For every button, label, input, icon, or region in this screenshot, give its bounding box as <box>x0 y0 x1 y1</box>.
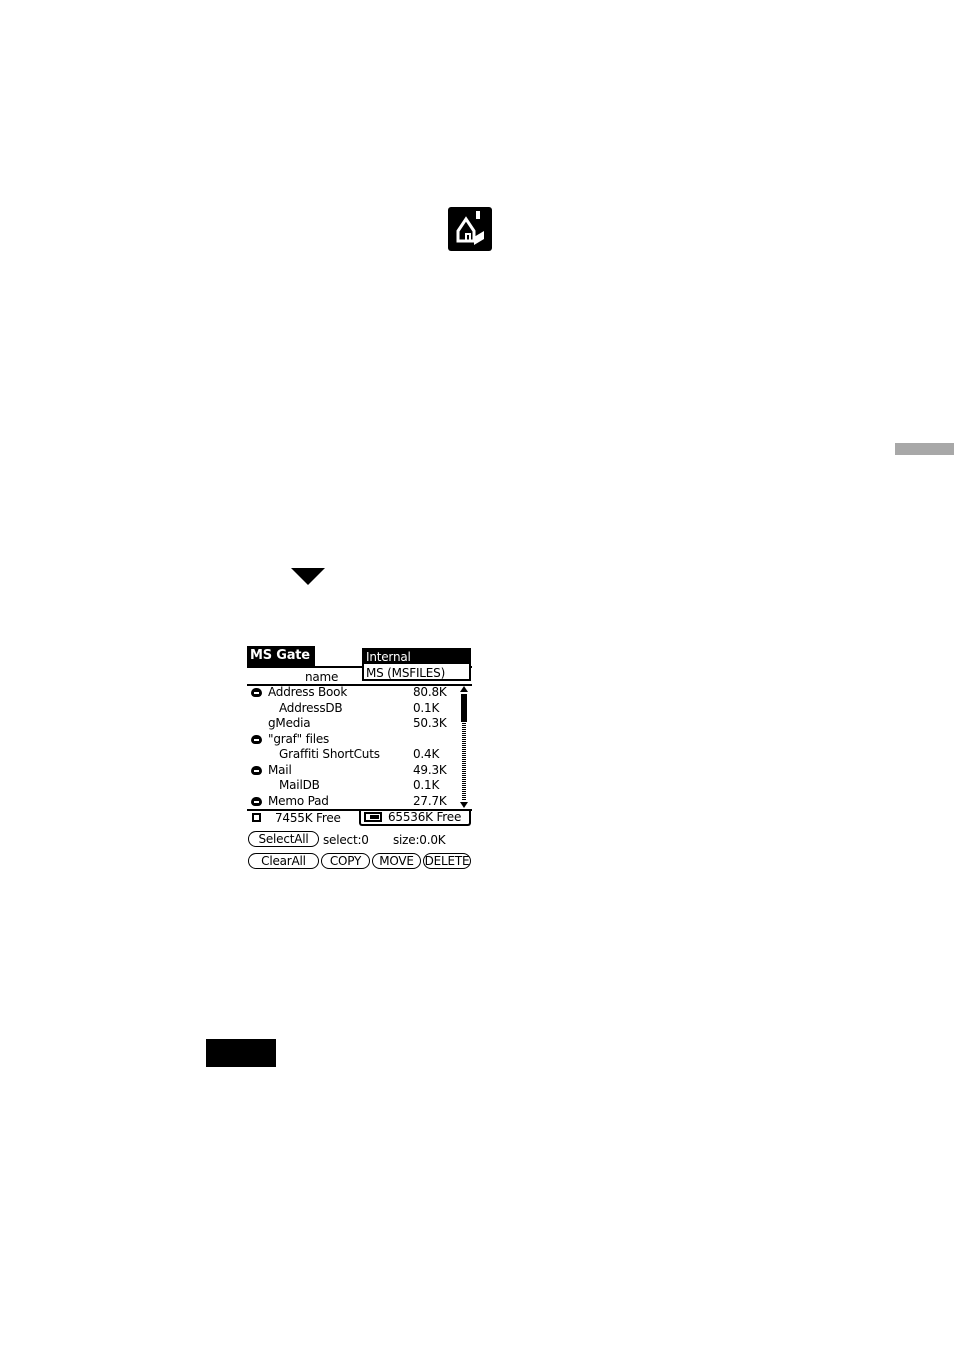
side-tab-marker <box>895 443 954 455</box>
free-space-bar: 7455K Free 65536K Free <box>247 809 472 827</box>
list-item-name: MailDB <box>279 778 320 792</box>
card-free-label: 65536K Free <box>388 810 462 824</box>
handheld-icon <box>252 813 261 822</box>
scroll-up-arrow-icon[interactable] <box>460 686 468 692</box>
column-name-header[interactable]: name <box>305 670 338 685</box>
card-icon <box>251 796 262 806</box>
home-icon <box>448 207 492 251</box>
list-item[interactable]: gMedia 50.3K <box>247 716 459 732</box>
action-row: ClearAll COPY MOVE DELETE <box>247 853 472 871</box>
select-all-button[interactable]: SelectAll <box>248 831 319 847</box>
card-icon <box>251 688 262 697</box>
memory-stick-icon <box>364 812 382 822</box>
ms-gate-screen: MS Gate name Address Book 80.8K AddressDB 0… <box>247 646 472 872</box>
card-free-tab[interactable]: 65536K Free <box>359 810 471 826</box>
down-arrow-icon <box>291 568 325 585</box>
list-item-size: 0.1K <box>413 778 440 792</box>
clear-all-button[interactable]: ClearAll <box>248 853 319 869</box>
scroll-down-arrow-icon[interactable] <box>460 802 468 808</box>
copy-button[interactable]: COPY <box>321 853 370 869</box>
list-item-size: 80.8K <box>413 685 447 699</box>
selection-size: size:0.0K <box>393 833 446 847</box>
list-item-size: 27.7K <box>413 793 447 808</box>
dropdown-option[interactable]: MS (MSFILES) <box>364 666 469 680</box>
select-count: select:0 <box>323 833 369 847</box>
list-item[interactable]: Memo Pad 27.7K <box>247 794 459 810</box>
list-item-name: "graf" files <box>268 731 330 746</box>
list-item[interactable]: AddressDB 0.1K <box>247 701 459 717</box>
location-dropdown[interactable]: Internal MS (MSFILES) <box>362 648 471 681</box>
move-button[interactable]: MOVE <box>372 853 421 869</box>
dropdown-option[interactable]: Internal <box>364 650 469 664</box>
list-item-size: 49.3K <box>413 762 447 777</box>
list-item[interactable]: "graf" files <box>247 732 459 748</box>
file-list: Address Book 80.8K AddressDB 0.1K gMedia 50.3… <box>247 685 459 809</box>
list-item-name: AddressDB <box>279 700 343 715</box>
internal-free-label: 7455K Free <box>275 811 341 825</box>
scrollbar[interactable] <box>460 686 468 808</box>
delete-button[interactable]: DELETE <box>423 853 471 869</box>
scroll-thumb[interactable] <box>461 694 467 722</box>
list-item-size: 50.3K <box>413 716 447 730</box>
selection-row: SelectAll select:0 size:0.0K <box>247 831 472 849</box>
list-item-name: Graffiti ShortCuts <box>279 747 380 761</box>
list-item-name: gMedia <box>268 716 311 730</box>
list-item[interactable]: Graffiti ShortCuts 0.4K <box>247 747 459 763</box>
list-item-name: Mail <box>268 762 292 777</box>
card-icon <box>251 765 262 775</box>
list-item-name: Address Book <box>268 685 348 699</box>
list-item-size: 0.4K <box>413 747 440 761</box>
list-item[interactable]: MailDB 0.1K <box>247 778 459 794</box>
note-label-box <box>206 1039 276 1067</box>
list-item-size: 0.1K <box>413 700 440 715</box>
list-item[interactable]: Mail 49.3K <box>247 763 459 779</box>
card-icon <box>251 734 262 744</box>
list-item[interactable]: Address Book 80.8K <box>247 685 459 701</box>
list-item-name: Memo Pad <box>268 793 329 808</box>
app-title: MS Gate <box>247 646 315 666</box>
